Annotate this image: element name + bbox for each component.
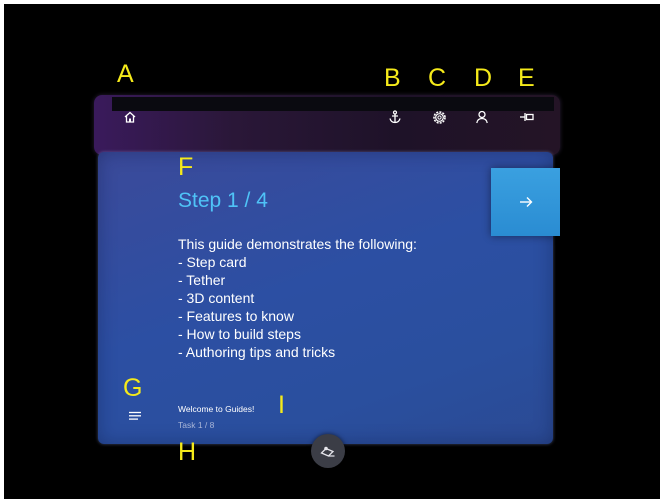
step-description: This guide demonstrates the following: -… — [178, 235, 417, 361]
step-description-line: - Features to know — [178, 308, 294, 324]
callout-e: E — [518, 64, 535, 92]
task-progress-text: Task 1 / 8 — [178, 420, 215, 430]
home-icon[interactable] — [121, 108, 139, 126]
callout-h: H — [178, 438, 197, 466]
callout-b: B — [384, 64, 401, 92]
step-description-line: - 3D content — [178, 290, 255, 306]
step-description-line: - How to build steps — [178, 326, 301, 342]
hologram-button[interactable] — [311, 434, 345, 468]
settings-icon[interactable] — [430, 108, 448, 126]
step-description-line: - Tether — [178, 272, 226, 288]
next-step-button[interactable] — [491, 168, 560, 236]
arrow-right-icon — [519, 197, 532, 207]
callout-a: A — [117, 60, 134, 88]
pin-icon[interactable] — [518, 108, 536, 126]
hologram-icon — [320, 446, 335, 457]
anchor-icon[interactable] — [386, 108, 404, 126]
callout-f: F — [178, 153, 194, 181]
step-description-line: This guide demonstrates the following: — [178, 236, 417, 252]
callout-i: I — [278, 391, 285, 419]
guide-welcome-text: Welcome to Guides! — [178, 404, 255, 414]
callout-g: G — [123, 374, 143, 402]
step-description-line: - Authoring tips and tricks — [178, 344, 336, 360]
callout-d: D — [474, 64, 493, 92]
callout-c: C — [428, 64, 447, 92]
list-icon[interactable] — [129, 410, 143, 422]
step-description-line: - Step card — [178, 254, 247, 270]
profile-icon[interactable] — [473, 108, 491, 126]
step-title: Step 1 / 4 — [178, 189, 268, 212]
